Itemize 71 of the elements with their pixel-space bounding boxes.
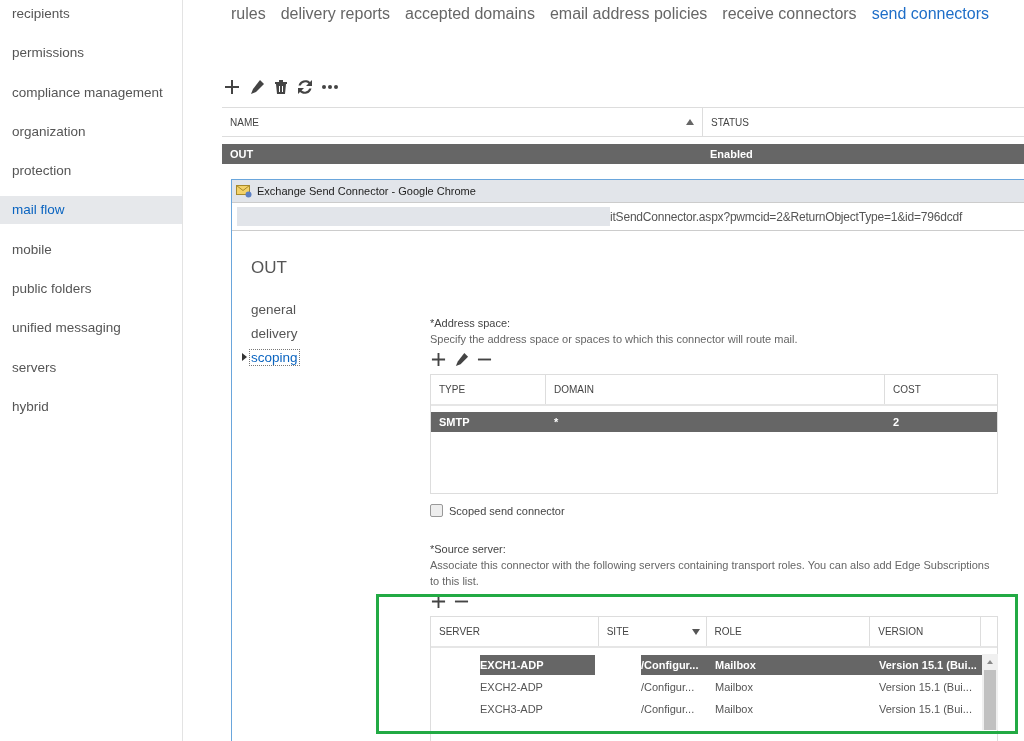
section-description: Specify the address space or spaces to which this connector will route mail. xyxy=(430,332,799,347)
table-cell: Mailbox xyxy=(707,655,871,675)
table-cell-text: SMTP xyxy=(438,415,471,430)
table-cell: EXCH1-ADP xyxy=(480,655,595,675)
section-label: *Source server: xyxy=(430,542,507,557)
sidebar-item[interactable]: hybrid xyxy=(0,392,182,421)
checkbox-label: Scoped send connector xyxy=(449,504,565,517)
table-cell-text: Mailbox xyxy=(714,680,754,695)
table-cell-text: OUT xyxy=(229,147,255,162)
more-icon[interactable] xyxy=(322,84,338,90)
pencil-icon[interactable] xyxy=(454,351,469,367)
table-row[interactable]: OUT Enabled xyxy=(222,144,1024,164)
add-icon[interactable] xyxy=(431,351,446,367)
envelope-icon xyxy=(236,184,252,198)
sidebar-item[interactable]: protection xyxy=(0,157,182,186)
table-cell-text: Version 15.1 (Bui... xyxy=(878,680,973,695)
pencil-icon[interactable] xyxy=(249,79,265,95)
nav-link[interactable]: general xyxy=(251,301,297,317)
scrollbar[interactable] xyxy=(982,654,998,730)
sidebar-item[interactable]: mail flow xyxy=(0,196,182,225)
section-label: *Address space: xyxy=(430,316,512,331)
tab[interactable]: email address policies xyxy=(549,0,708,28)
sidebar-item[interactable]: organization xyxy=(0,117,182,146)
table-row[interactable]: SMTP * 2 xyxy=(431,412,997,432)
checkbox[interactable] xyxy=(430,504,443,517)
nav-link[interactable]: delivery xyxy=(251,325,298,341)
table-cell-text: Enabled xyxy=(709,147,753,162)
sidebar-item[interactable]: permissions xyxy=(0,39,182,68)
table-cell-text: EXCH2-ADP xyxy=(480,680,544,695)
column-header[interactable]: VERSION xyxy=(870,617,982,646)
table-cell-text: /Configur... xyxy=(641,702,696,717)
trash-icon[interactable] xyxy=(274,79,288,95)
tab[interactable]: rules xyxy=(231,0,266,28)
column-header[interactable]: DOMAIN xyxy=(546,375,885,404)
connector-title: OUT xyxy=(251,258,288,278)
column-header[interactable]: COST xyxy=(885,375,997,404)
tab[interactable]: send connectors xyxy=(871,0,990,28)
section-description: Associate this connector with the following servers containing transport roles. You can also add Edge Subscriptions to this list. xyxy=(430,558,991,589)
url-text: itSendConnector.aspx?pwmcid=2&ReturnObjectType=1&id=796dcdf xyxy=(610,209,963,224)
sidebar-item[interactable]: servers xyxy=(0,353,182,382)
pointer-icon xyxy=(242,353,247,361)
sidebar-item[interactable]: unified messaging xyxy=(0,314,182,343)
table-cell-text: * xyxy=(553,415,560,430)
sidebar-item[interactable]: recipients xyxy=(0,0,182,28)
table-row[interactable]: EXCH2-ADP /Configur... Mailbox Version 15.1 (Bui... xyxy=(431,676,982,698)
nav-link[interactable]: scoping xyxy=(249,348,300,366)
add-icon[interactable] xyxy=(224,79,240,95)
dropdown-arrow-icon[interactable] xyxy=(691,628,700,635)
table-cell-text: Mailbox xyxy=(714,702,754,717)
table-row[interactable]: EXCH3-ADP /Configur... Mailbox Version 15.1 (Bui... xyxy=(431,698,982,720)
column-header[interactable]: NAME xyxy=(222,108,703,136)
column-header[interactable]: SITE xyxy=(598,617,707,646)
column-header[interactable]: SERVER xyxy=(431,617,599,646)
column-header[interactable]: STATUS xyxy=(703,108,757,136)
column-header[interactable]: TYPE xyxy=(431,375,546,404)
table-row[interactable]: EXCH1-ADP /Configur... Mailbox Version 15.1 (Bui... xyxy=(431,654,982,676)
table-cell: Version 15.1 (Bui... xyxy=(871,655,982,675)
sidebar-item[interactable]: public folders xyxy=(0,275,182,304)
table-cell-text: /Configur... xyxy=(641,680,696,695)
sidebar-item[interactable]: compliance management xyxy=(0,78,182,107)
table-cell-text: EXCH3-ADP xyxy=(480,702,544,717)
window-title: Exchange Send Connector - Google Chrome xyxy=(257,185,476,197)
tab[interactable]: delivery reports xyxy=(280,0,391,28)
table-cell-text: 2 xyxy=(892,415,901,430)
column-header[interactable]: ROLE xyxy=(706,617,871,646)
tab[interactable]: accepted domains xyxy=(405,0,535,28)
table-cell-text: Version 15.1 (Bui... xyxy=(878,702,973,717)
refresh-icon[interactable] xyxy=(297,79,313,95)
tab[interactable]: receive connectors xyxy=(722,0,857,28)
table-cell: /Configur... xyxy=(641,655,707,675)
sidebar-item[interactable]: mobile xyxy=(0,235,182,264)
